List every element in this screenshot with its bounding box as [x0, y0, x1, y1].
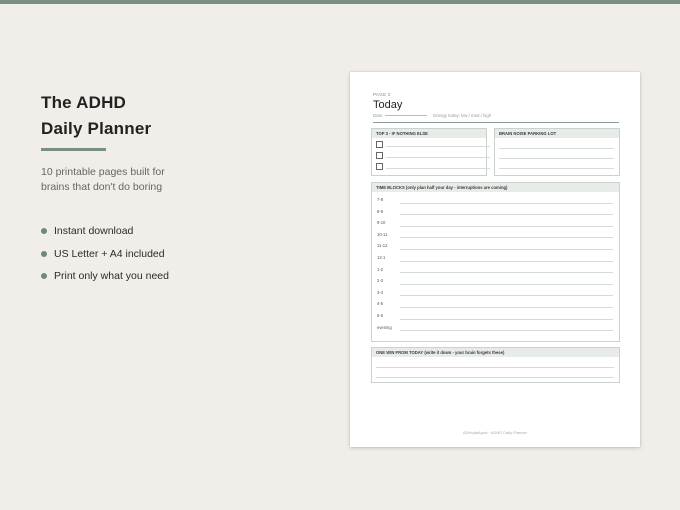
- time-blocks-section: TIME BLOCKS (only plan half your day - i…: [371, 182, 620, 342]
- time-slot-line: [400, 272, 613, 273]
- task-line: [386, 146, 490, 147]
- feature-item: US Letter + A4 included: [41, 243, 169, 266]
- time-slot-line: [400, 248, 613, 250]
- feature-label: Print only what you need: [54, 270, 169, 283]
- time-slot-line: [400, 306, 613, 308]
- bullet-dot-icon: [41, 273, 47, 280]
- title-line-2: Daily Planner: [41, 119, 152, 138]
- time-slot-label: 7-8: [377, 197, 384, 202]
- top-accent-bar: [0, 0, 680, 4]
- time-slot-line: [400, 295, 613, 296]
- task-line: [386, 168, 490, 169]
- time-slot-label: evening: [377, 324, 392, 330]
- time-slot-line: [400, 225, 613, 227]
- page-footer: ADHqdaApod · ADHD Daily Planner: [462, 430, 528, 435]
- time-slot-line: [400, 214, 613, 215]
- time-slot-line: [400, 202, 613, 204]
- feature-item: Print only what you need: [41, 265, 169, 288]
- date-energy-row: Date: Energy today: low / med / high: [373, 113, 491, 118]
- planner-page-preview: PAGE 2 Today Date: Energy today: low / me…: [350, 72, 640, 447]
- title-divider: [41, 148, 106, 151]
- product-title: The ADHD Daily Planner: [41, 90, 151, 142]
- page-label: PAGE 2: [373, 92, 391, 97]
- time-slot-line: [400, 237, 613, 238]
- checkbox[interactable]: [376, 163, 383, 170]
- time-blocks-header: TIME BLOCKS (only plan half your day - i…: [372, 183, 619, 192]
- win-line: [376, 367, 614, 368]
- brain-noise-section: BRAIN NOISE PARKING LOT: [494, 128, 620, 176]
- feature-label: Instant download: [54, 225, 134, 238]
- bullet-dot-icon: [41, 250, 47, 257]
- feature-list: Instant download US Letter + A4 included…: [41, 220, 169, 288]
- checkbox[interactable]: [376, 141, 383, 148]
- time-slot-label: 4-5: [377, 301, 384, 307]
- feature-label: US Letter + A4 included: [54, 247, 165, 260]
- time-slot-label: 12-1: [377, 255, 386, 260]
- top3-header: TOP 3 - IF NOTHING ELSE: [372, 129, 486, 138]
- subtitle-line-2: brains that don't do boring: [41, 181, 163, 193]
- header-rule: [373, 122, 619, 124]
- time-slot-label: 3-4: [377, 289, 384, 295]
- time-slot-label: 1-2: [377, 266, 384, 272]
- time-slot-line: [400, 318, 613, 320]
- time-slot-line: [400, 330, 613, 331]
- feature-item: Instant download: [41, 220, 169, 243]
- time-slot-label: 11-12: [377, 243, 388, 249]
- subtitle-line-1: 10 printable pages built for: [41, 166, 165, 178]
- top3-section: TOP 3 - IF NOTHING ELSE: [371, 128, 490, 176]
- note-line: [499, 158, 614, 159]
- time-slot-line: [400, 283, 613, 285]
- title-line-1: The ADHD: [41, 93, 127, 112]
- task-line: [386, 157, 490, 158]
- page-title: Today: [373, 99, 403, 111]
- time-slot-label: 9-10: [377, 220, 386, 226]
- time-slot-label: 8-9: [377, 208, 384, 214]
- note-line: [499, 148, 614, 149]
- time-slot-label: 2-3: [377, 278, 384, 284]
- win-line: [376, 377, 614, 378]
- date-blank: [385, 115, 428, 117]
- bullet-dot-icon: [41, 228, 47, 235]
- one-win-section: ONE WIN FROM TODAY (write it down - your…: [371, 347, 620, 383]
- one-win-header: ONE WIN FROM TODAY (write it down - your…: [372, 348, 619, 357]
- checkbox[interactable]: [376, 152, 383, 159]
- time-slot-line: [400, 260, 613, 262]
- product-subtitle: 10 printable pages built for brains that…: [41, 165, 201, 195]
- date-label: Date:: [373, 113, 384, 118]
- time-slot-label: 5-6: [377, 313, 384, 318]
- note-line: [499, 168, 614, 169]
- energy-label: Energy today:: [433, 113, 460, 118]
- time-slot-label: 10-11: [377, 231, 388, 237]
- energy-options: low / med / high: [461, 113, 492, 118]
- brain-noise-header: BRAIN NOISE PARKING LOT: [495, 129, 619, 138]
